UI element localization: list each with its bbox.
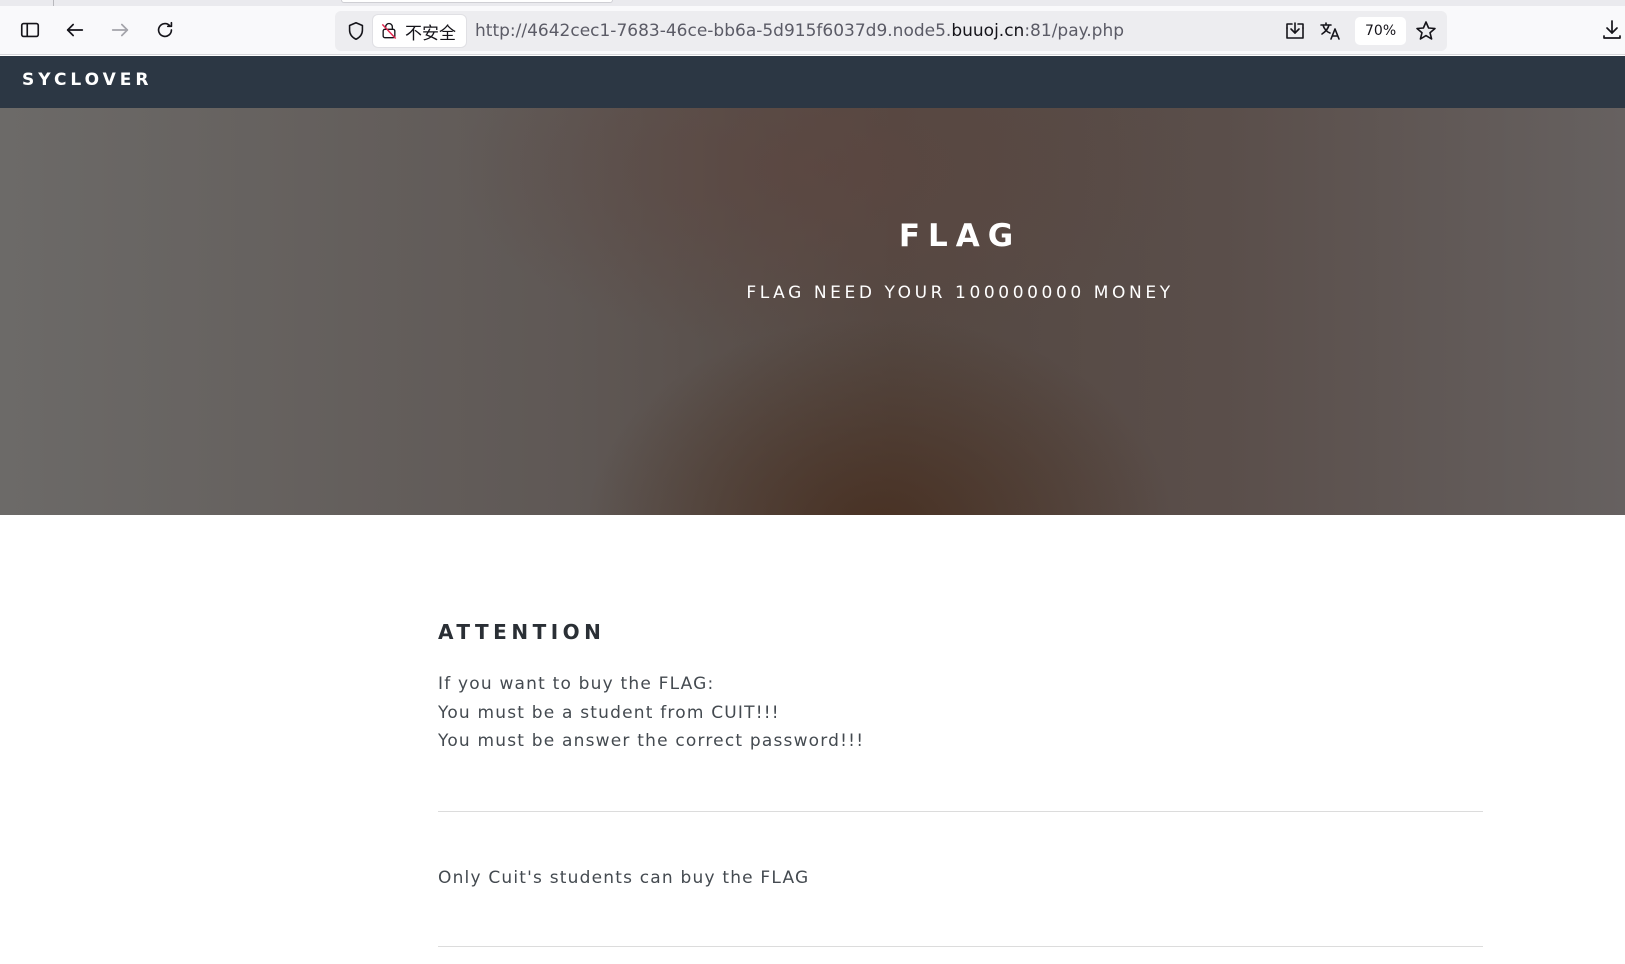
save-page-icon[interactable] [1283, 19, 1307, 43]
reload-button[interactable] [151, 16, 179, 44]
tab-strip [0, 0, 1625, 6]
tab-divider [53, 0, 54, 6]
attention-line: You must be a student from CUIT!!! [438, 702, 780, 723]
browser-toolbar: 不安全 http://4642cec1-7683-46ce-bb6a-5d915… [0, 0, 1625, 55]
download-icon[interactable] [1600, 18, 1624, 42]
site-navbar: SYCLOVER [0, 56, 1625, 108]
zoom-indicator[interactable]: 70% [1355, 17, 1407, 45]
address-bar[interactable]: 不安全 http://4642cec1-7683-46ce-bb6a-5d915… [335, 11, 1447, 51]
attention-heading: ATTENTION [438, 620, 606, 644]
forward-button[interactable] [106, 16, 134, 44]
attention-line: If you want to buy the FLAG: [438, 674, 715, 694]
attention-section: ATTENTION If you want to buy the FLAG: Y… [438, 620, 1483, 756]
divider [438, 811, 1483, 812]
back-icon [66, 23, 84, 37]
cuit-note: Only Cuit's students can buy the FLAG [438, 868, 810, 888]
reload-icon [157, 21, 173, 38]
sidebar-toggle-button[interactable] [16, 16, 44, 44]
site-brand[interactable]: SYCLOVER [22, 70, 153, 90]
active-tab[interactable] [341, 0, 613, 3]
attention-line: You must be answer the correct password!… [438, 731, 865, 751]
security-label: 不安全 [405, 23, 456, 44]
attention-lines: If you want to buy the FLAG: You must be… [438, 670, 1483, 756]
insecure-lock-icon [381, 22, 397, 40]
back-button[interactable] [61, 16, 89, 44]
shield-icon[interactable] [345, 20, 367, 42]
sidebar-icon [20, 22, 40, 38]
bookmark-star-icon[interactable] [1414, 19, 1438, 43]
url-prefix: http://4642cec1-7683-46ce-bb6a-5d915f603… [475, 21, 952, 41]
divider [438, 946, 1483, 947]
hero-subtitle: FLAG NEED YOUR 100000000 MONEY [746, 283, 1174, 303]
url-text[interactable]: http://4642cec1-7683-46ce-bb6a-5d915f603… [475, 21, 1124, 41]
hero-title: FLAG [898, 218, 1022, 254]
url-host: buuoj.cn [951, 21, 1025, 41]
url-suffix: :81/pay.php [1024, 21, 1125, 41]
translate-icon[interactable] [1318, 19, 1342, 43]
connection-insecure-badge[interactable]: 不安全 [373, 15, 466, 47]
hero-banner: FLAG FLAG NEED YOUR 100000000 MONEY [0, 108, 1625, 515]
forward-icon [111, 23, 129, 37]
